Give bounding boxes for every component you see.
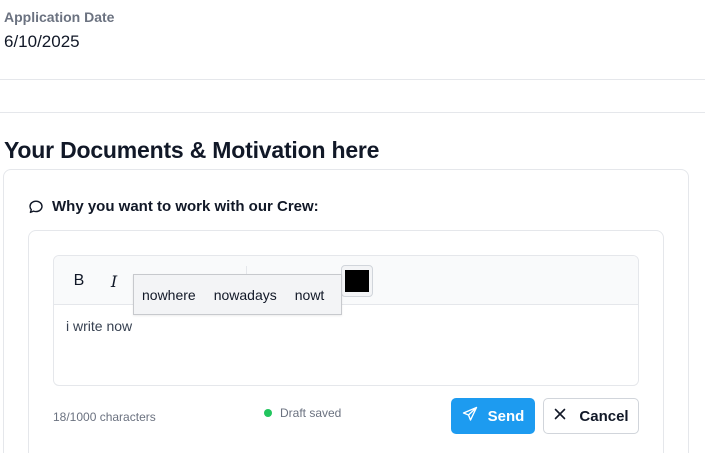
chat-bubble-icon [28, 199, 44, 215]
bold-button[interactable]: B [66, 268, 92, 294]
send-icon [462, 406, 478, 426]
application-date-label: Application Date [4, 9, 115, 25]
draft-status-label: Draft saved [280, 406, 342, 420]
italic-button[interactable]: I [101, 268, 127, 294]
text-color-picker[interactable] [341, 265, 373, 297]
divider [0, 79, 705, 80]
status-dot-icon [264, 409, 272, 417]
suggestion-item[interactable]: nowadays [214, 287, 287, 303]
section-title: Your Documents & Motivation here [4, 137, 380, 163]
draft-status: Draft saved [264, 406, 341, 420]
suggestion-item[interactable]: nowt [295, 287, 335, 303]
question-label: Why you want to work with our Crew: [52, 198, 319, 215]
editor-text[interactable]: i write now [66, 318, 132, 334]
close-icon [553, 407, 567, 425]
suggestion-item[interactable]: nowhere [142, 287, 206, 303]
application-date-value: 6/10/2025 [4, 32, 80, 51]
question-header: Why you want to work with our Crew: [28, 198, 319, 215]
cancel-label: Cancel [579, 407, 629, 425]
color-swatch [345, 270, 369, 292]
spell-suggestions-popup: nowhere nowadays nowt [133, 274, 342, 315]
send-button[interactable]: Send [451, 398, 535, 434]
cancel-button[interactable]: Cancel [543, 398, 639, 434]
send-label: Send [487, 407, 525, 425]
character-count: 18/1000 characters [53, 410, 156, 424]
divider [0, 112, 705, 113]
